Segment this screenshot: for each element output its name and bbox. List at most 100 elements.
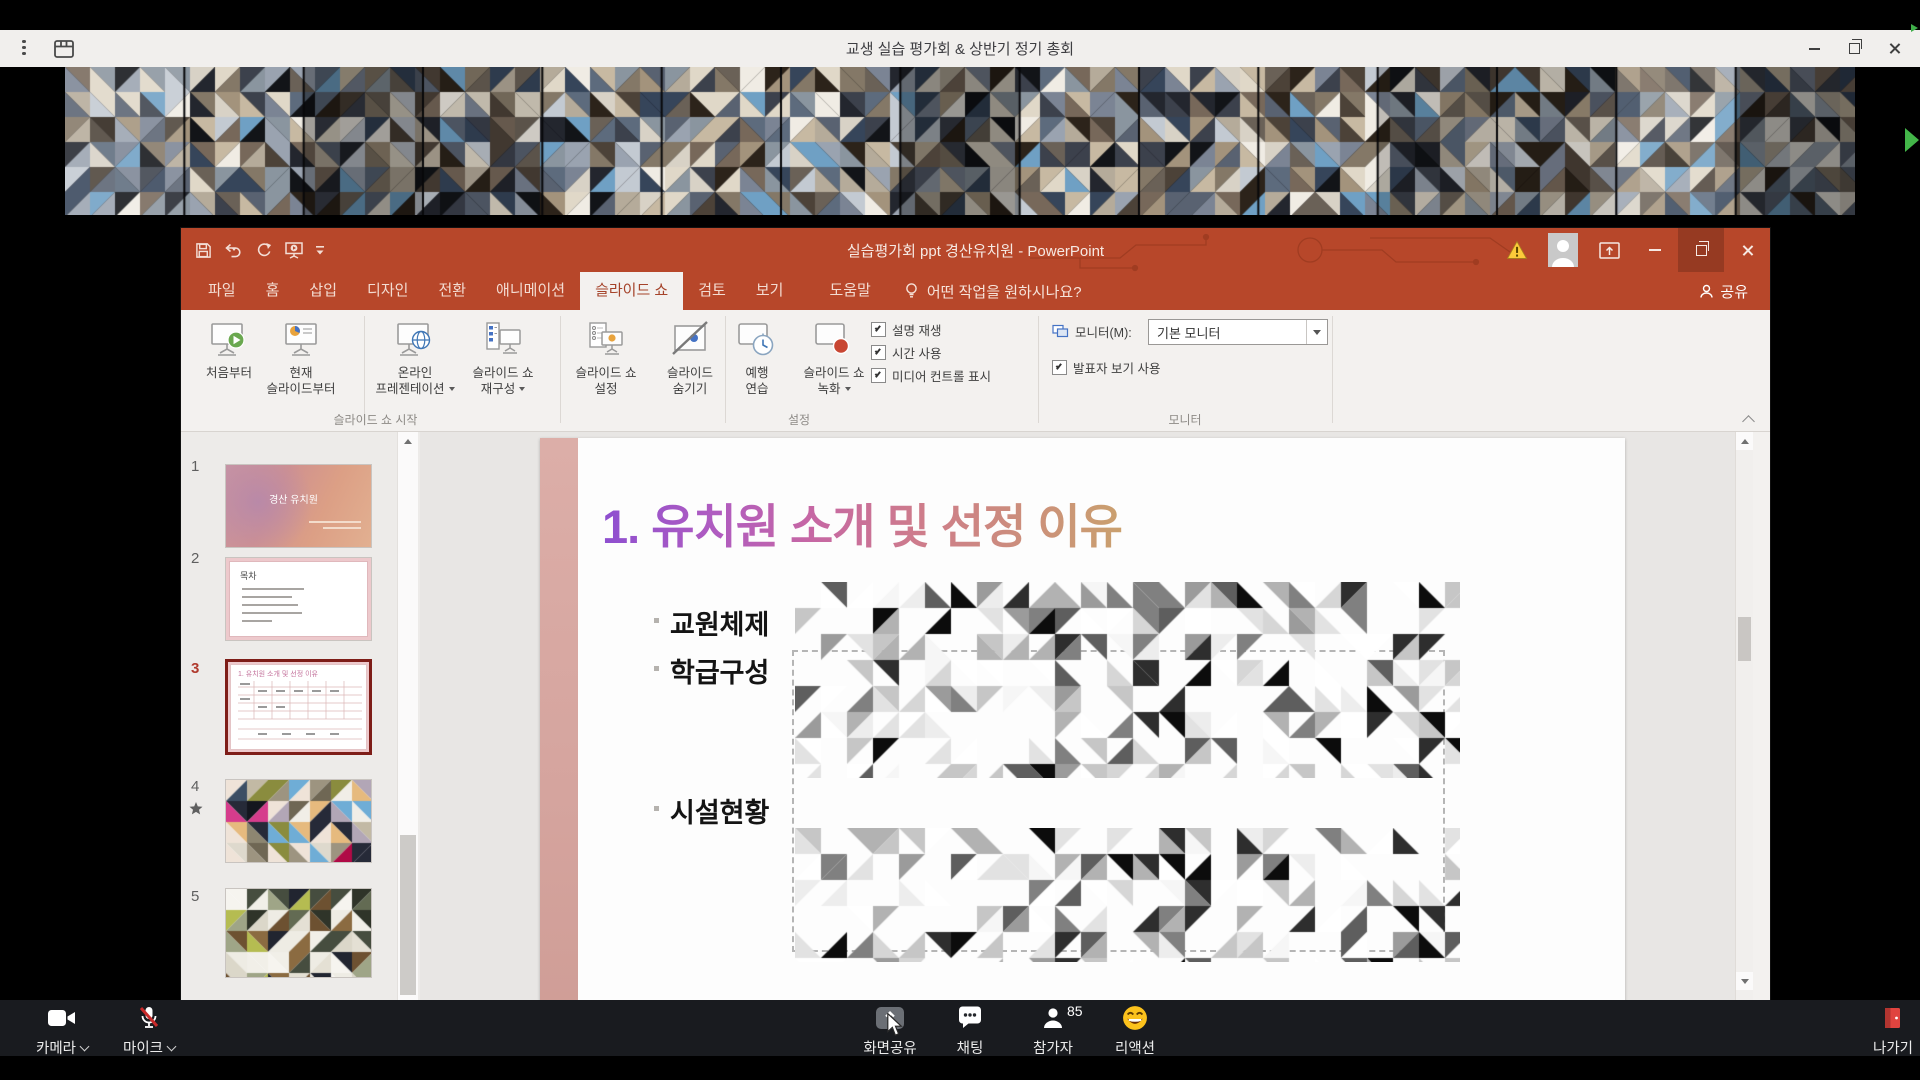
use-timings-checkbox[interactable]: 시간 사용 [871,343,941,362]
current-slide-presentation-icon [281,316,321,362]
thumbnail-text-line [242,620,272,622]
monitor-select[interactable]: 기본 모니터 [1148,319,1328,345]
pixelated-region-lower [795,828,1460,962]
tab-view[interactable]: 보기 [741,272,799,310]
ribbon-display-options-button[interactable] [1586,228,1632,272]
more-videos-arrow-icon[interactable] [1905,128,1919,152]
bullet-dot [654,666,659,671]
present-online-label: 온라인 프레젠테이션 [375,366,444,396]
scrollbar-thumb[interactable] [1738,617,1751,661]
slide-5-thumbnail[interactable] [225,888,372,978]
share-button[interactable]: 공유 [1699,272,1748,310]
account-avatar[interactable] [1540,228,1586,272]
meeting-title: 교생 실습 평가회 & 상반기 정기 총회 [0,38,1920,59]
presenter-view-label: 발표자 보기 사용 [1073,358,1160,377]
monitor-icon [1052,324,1069,339]
tab-transitions[interactable]: 전환 [423,272,481,310]
scroll-up-button[interactable] [398,432,418,450]
hide-slide-label: 슬라이드 숨기기 [667,366,713,396]
from-beginning-label: 처음부터 [206,366,252,380]
tab-design[interactable]: 디자인 [352,272,423,310]
thumbnail-text-line [309,521,361,523]
minimize-button[interactable] [1794,30,1834,67]
slide-1-title: 경산 유치원 [226,491,361,506]
slide-5-number: 5 [191,888,199,905]
scrollbar-thumb[interactable] [400,835,416,995]
tell-me-search[interactable]: 어떤 작업을 원하시나요? [904,272,1082,310]
tab-file[interactable]: 파일 [193,272,251,310]
slide-3-mini-table [236,679,364,747]
mic-button-muted[interactable]: 마이크 [94,1003,204,1058]
collapse-ribbon-button[interactable] [1744,415,1756,423]
custom-slideshow-label: 슬라이드 쇼 재구성 [473,366,534,396]
slide-2-number: 2 [191,550,199,567]
main-scrollbar[interactable] [1735,432,1753,1000]
ppt-content-area: 1 경산 유치원 2 목차 [181,432,1770,1000]
tab-home[interactable]: 홈 [251,272,295,310]
thumbnail-scrollbar[interactable] [397,432,418,1000]
checkbox-checked-icon [871,322,886,337]
slide-4-thumbnail[interactable] [225,779,372,863]
system-titlebar: 교생 실습 평가회 & 상반기 정기 총회 [0,30,1920,67]
ppt-close-button[interactable] [1724,228,1770,272]
participant-video-strip[interactable] [65,67,1855,215]
participants-icon: 85 [1041,1003,1065,1033]
hide-slide-icon [670,316,710,362]
tab-help[interactable]: 도움말 [814,272,885,310]
chevron-down-icon[interactable] [80,1041,90,1051]
setup-slideshow-button[interactable]: 슬라이드 쇼 설정 [568,316,644,398]
restore-button[interactable] [1834,30,1874,67]
leave-button[interactable]: 나가기 [1838,1003,1920,1058]
custom-slideshow-icon [483,316,523,362]
slide-3-inner: 1. 유치원 소개 및 선정 이유 [230,664,367,750]
rehearse-timings-label: 예행 연습 [745,366,768,396]
monitor-select-arrow[interactable] [1306,320,1327,344]
present-online-button[interactable]: 온라인 프레젠테이션 [365,316,465,398]
from-beginning-button[interactable]: 처음부터 [196,316,262,381]
ppt-minimize-button[interactable] [1632,228,1678,272]
chat-icon [957,1003,983,1033]
custom-slideshow-button[interactable]: 슬라이드 쇼 재구성 [457,316,549,398]
camera-label: 카메라 [36,1037,76,1058]
warning-icon[interactable] [1494,228,1540,272]
record-slideshow-button[interactable]: 슬라이드 쇼 녹화 [788,316,880,398]
pixelated-region-upper [795,582,1460,778]
current-slide[interactable]: 1. 유치원 소개 및 선정 이유 교원체제 학급구성 시설현황 [540,438,1625,1000]
start-group-label: 슬라이드 쇼 시작 [191,411,560,428]
tab-review[interactable]: 검토 [683,272,741,310]
tab-insert[interactable]: 삽입 [294,272,352,310]
setup-slideshow-icon [586,316,626,362]
mic-muted-icon [137,1003,161,1033]
bullet-dot [654,806,659,811]
reactions-label: 리액션 [1115,1037,1155,1058]
reactions-button[interactable]: 리액션 [1080,1003,1190,1058]
hide-slide-button[interactable]: 슬라이드 숨기기 [652,316,728,398]
group-separator [1332,316,1333,423]
from-current-slide-button[interactable]: 현재 슬라이드부터 [257,316,345,398]
close-button[interactable] [1874,30,1914,67]
scroll-up-button[interactable] [1736,432,1753,450]
monitor-label: 모니터(M): [1075,322,1132,341]
dropdown-arrow-icon [449,387,455,391]
presenter-view-checkbox[interactable]: 발표자 보기 사용 [1052,358,1160,377]
tab-animations[interactable]: 애니메이션 [481,272,580,310]
from-current-slide-label: 현재 슬라이드부터 [266,366,335,396]
slideshow-ribbon: 처음부터 현재 슬라이드부터 [181,310,1770,432]
slide-1-thumbnail[interactable]: 경산 유치원 [225,464,372,548]
tab-slideshow[interactable]: 슬라이드 쇼 [580,272,683,310]
chevron-down-icon[interactable] [167,1041,177,1051]
thumbnail-text-line [242,612,302,614]
show-media-controls-checkbox[interactable]: 미디어 컨트롤 표시 [871,366,991,385]
slide-bullet-3: 시설현황 [670,791,769,830]
scroll-down-button[interactable] [1736,972,1753,990]
participants-label: 참가자 [1033,1037,1073,1058]
rehearse-timings-button[interactable]: 예행 연습 [728,316,786,398]
slide-3-thumbnail-selected[interactable]: 1. 유치원 소개 및 선정 이유 [225,659,372,755]
slide-2-thumbnail[interactable]: 목차 [225,557,372,641]
screen-share-label: 화면공유 [863,1037,916,1058]
ppt-restore-button[interactable] [1678,228,1724,272]
play-narrations-checkbox[interactable]: 설명 재생 [871,320,941,339]
slide-title: 1. 유치원 소개 및 선정 이유 [602,488,1122,557]
bullet-dot [654,618,659,623]
video-mosaic [65,67,1855,215]
